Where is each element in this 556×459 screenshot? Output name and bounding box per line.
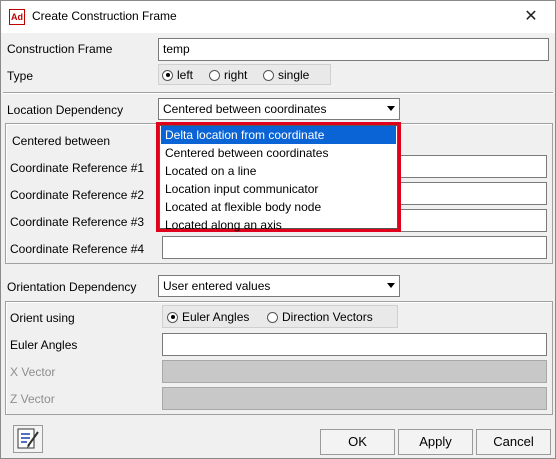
title-bar: Ad Create Construction Frame ✕ — [1, 1, 555, 33]
dropdown-option-flexible-body-node[interactable]: Located at flexible body node — [161, 198, 396, 216]
type-radio-group: left right single — [158, 64, 331, 85]
edit-notes-icon[interactable] — [13, 425, 43, 453]
x-vector-input — [162, 360, 547, 383]
type-single-radio[interactable]: single — [263, 68, 309, 82]
separator — [3, 92, 553, 94]
direction-vectors-option-label: Direction Vectors — [282, 310, 373, 324]
create-construction-frame-dialog: Ad Create Construction Frame ✕ Construct… — [0, 0, 556, 459]
dropdown-list-frame: Delta location from coordinate Centered … — [159, 125, 398, 232]
radio-checked-icon — [162, 69, 173, 81]
cancel-button[interactable]: Cancel — [476, 429, 551, 455]
close-icon[interactable]: ✕ — [511, 3, 551, 31]
euler-angles-label: Euler Angles — [10, 338, 78, 352]
coord-ref-4-label: Coordinate Reference #4 — [10, 242, 145, 256]
radio-checked-icon — [167, 311, 178, 323]
orientation-dependency-select[interactable]: User entered values — [158, 275, 400, 297]
apply-button[interactable]: Apply — [398, 429, 473, 455]
type-right-label: right — [224, 68, 248, 82]
type-left-radio[interactable]: left — [162, 68, 193, 82]
radio-unchecked-icon — [263, 69, 274, 81]
adams-app-icon: Ad — [9, 9, 25, 25]
orient-using-label: Orient using — [10, 311, 75, 325]
dropdown-option-location-input-communicator[interactable]: Location input communicator — [161, 180, 396, 198]
dropdown-option-located-on-line[interactable]: Located on a line — [161, 162, 396, 180]
chevron-down-icon — [387, 283, 395, 288]
x-vector-label: X Vector — [10, 365, 56, 379]
coord-ref-1-label: Coordinate Reference #1 — [10, 161, 145, 175]
radio-unchecked-icon — [267, 311, 278, 323]
location-dependency-select[interactable]: Centered between coordinates — [158, 98, 400, 120]
construction-frame-input[interactable]: temp — [158, 38, 549, 61]
chevron-down-icon — [387, 106, 395, 111]
z-vector-label: Z Vector — [10, 392, 55, 406]
dropdown-option-delta-location[interactable]: Delta location from coordinate — [161, 126, 396, 144]
euler-angles-input[interactable] — [162, 333, 547, 356]
coord-ref-4-input[interactable] — [162, 236, 547, 259]
z-vector-input — [162, 387, 547, 410]
location-dependency-label: Location Dependency — [7, 103, 124, 117]
centered-between-label: Centered between — [12, 134, 111, 148]
location-dependency-value: Centered between coordinates — [163, 102, 327, 116]
ok-button[interactable]: OK — [320, 429, 395, 455]
radio-unchecked-icon — [209, 69, 220, 81]
type-left-label: left — [177, 68, 194, 82]
orientation-dependency-label: Orientation Dependency — [7, 280, 137, 294]
location-dependency-dropdown-list: Delta location from coordinate Centered … — [156, 122, 401, 232]
type-label: Type — [7, 69, 34, 83]
construction-frame-label: Construction Frame — [7, 42, 113, 56]
orientation-dependency-value: User entered values — [163, 279, 271, 293]
euler-angles-radio[interactable]: Euler Angles — [167, 310, 249, 324]
coord-ref-3-label: Coordinate Reference #3 — [10, 215, 145, 229]
type-right-radio[interactable]: right — [209, 68, 247, 82]
type-single-label: single — [278, 68, 310, 82]
orient-using-radio-group: Euler Angles Direction Vectors — [162, 305, 398, 328]
window-title: Create Construction Frame — [32, 9, 177, 23]
coord-ref-2-label: Coordinate Reference #2 — [10, 188, 145, 202]
dropdown-option-centered-between[interactable]: Centered between coordinates — [161, 144, 396, 162]
direction-vectors-radio[interactable]: Direction Vectors — [267, 310, 373, 324]
euler-angles-option-label: Euler Angles — [182, 310, 250, 324]
dropdown-option-along-axis[interactable]: Located along an axis — [161, 216, 396, 234]
